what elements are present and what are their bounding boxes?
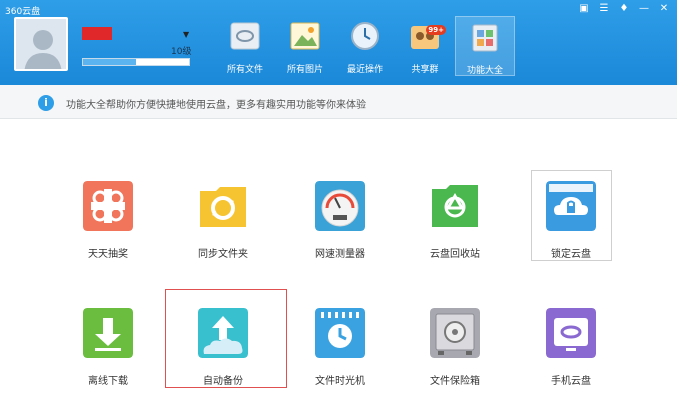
tab-label: 所有图片	[286, 65, 323, 75]
feature-label: 文件保险箱	[430, 376, 480, 387]
feature-label: 网速测量器	[315, 249, 365, 260]
speed-meter-icon	[315, 181, 365, 231]
feature-label: 同步文件夹	[198, 249, 248, 260]
feature-label: 文件时光机	[315, 376, 365, 387]
feature-time-machine[interactable]: 文件时光机	[304, 308, 376, 387]
feature-label: 离线下载	[88, 376, 128, 387]
feature-label: 手机云盘	[551, 376, 591, 387]
feature-speed-meter[interactable]: 网速测量器	[304, 181, 376, 260]
skin-icon[interactable]: ▣	[577, 2, 591, 16]
info-text: 功能大全帮助你方便快捷地使用云盘，更多有趣实用功能等你来体验	[66, 100, 366, 111]
all-files-icon	[230, 22, 260, 50]
tab-all-features[interactable]: 功能大全	[455, 16, 515, 76]
offline-download-icon	[83, 308, 133, 358]
feature-label: 天天抽奖	[88, 249, 128, 260]
app-title: 360云盘	[5, 7, 41, 17]
shirt-icon[interactable]: ♦	[617, 2, 631, 16]
username-redacted[interactable]	[82, 27, 112, 40]
feature-auto-backup[interactable]: 自动备份	[187, 308, 259, 387]
notification-badge: 99+	[426, 25, 446, 35]
tab-recent-ops[interactable]: 最近操作	[335, 16, 395, 76]
lottery-icon	[83, 181, 133, 231]
user-level: 10级	[171, 47, 192, 57]
close-icon[interactable]: ✕	[657, 2, 671, 16]
time-machine-icon	[315, 308, 365, 358]
feature-label: 云盘回收站	[430, 249, 480, 260]
recycle-bin-icon	[432, 185, 478, 227]
tab-all-images[interactable]: 所有图片	[275, 16, 335, 76]
tab-label: 最近操作	[346, 65, 383, 75]
auto-backup-icon	[198, 308, 248, 358]
tab-share-group[interactable]: 99+ 共享群	[395, 16, 455, 76]
info-icon: i	[38, 95, 54, 111]
feature-label: 锁定云盘	[551, 249, 591, 260]
mobile-cloud-icon	[546, 308, 596, 358]
file-safe-icon	[430, 308, 480, 358]
main-toolbar: 所有文件 所有图片 最近操作 99+ 共享群 功能大全	[215, 16, 515, 76]
recent-ops-icon	[351, 22, 379, 50]
all-images-icon	[290, 22, 320, 50]
feature-file-safe[interactable]: 文件保险箱	[419, 308, 491, 387]
feature-label: 自动备份	[203, 376, 243, 387]
feature-recycle-bin[interactable]: 云盘回收站	[419, 181, 491, 260]
header-bar: 360云盘 ▣ ☰ ♦ — ✕ ▼ 10级 所有文件 所有图片 最近操作 99+…	[0, 0, 677, 85]
sync-folder-icon	[200, 187, 246, 227]
tab-label: 所有文件	[226, 65, 263, 75]
tab-label: 共享群	[411, 65, 439, 75]
minimize-icon[interactable]: —	[637, 2, 651, 16]
chevron-down-icon[interactable]: ▼	[183, 30, 189, 39]
feature-mobile-cloud[interactable]: 手机云盘	[535, 308, 607, 387]
avatar[interactable]	[14, 17, 68, 71]
tab-all-files[interactable]: 所有文件	[215, 16, 275, 76]
all-features-icon	[472, 24, 498, 52]
level-progress-bar	[82, 58, 190, 66]
feature-sync-folder[interactable]: 同步文件夹	[187, 181, 259, 260]
feature-offline-download[interactable]: 离线下载	[72, 308, 144, 387]
tab-label: 功能大全	[466, 66, 503, 76]
menu-icon[interactable]: ☰	[597, 2, 611, 16]
lock-cloud-icon	[546, 181, 596, 231]
feature-lock-cloud[interactable]: 锁定云盘	[535, 181, 607, 260]
feature-lottery[interactable]: 天天抽奖	[72, 181, 144, 260]
level-progress-fill	[83, 59, 136, 65]
window-controls: ▣ ☰ ♦ — ✕	[577, 2, 671, 16]
